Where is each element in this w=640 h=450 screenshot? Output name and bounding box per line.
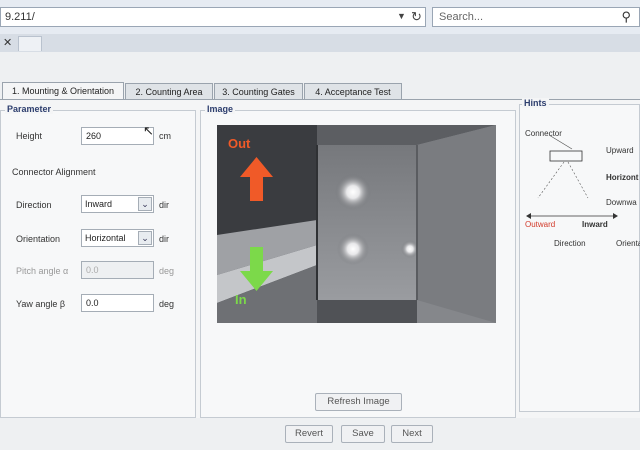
in-label: In bbox=[235, 292, 247, 307]
next-button[interactable]: Next bbox=[391, 425, 433, 443]
pitch-angle-label: Pitch angle α bbox=[16, 266, 69, 276]
chevron-down-icon[interactable]: ▼ bbox=[397, 11, 406, 21]
orientation-label: Orientation bbox=[16, 234, 61, 244]
tab-acceptance-test[interactable]: 4. Acceptance Test bbox=[304, 83, 402, 100]
tab-counting-area[interactable]: 2. Counting Area bbox=[125, 83, 213, 100]
tab-mounting-orientation[interactable]: 1. Mounting & Orientation bbox=[2, 82, 124, 100]
yaw-angle-input[interactable]: 0.0 bbox=[81, 294, 154, 312]
yaw-angle-label: Yaw angle β bbox=[16, 299, 66, 309]
address-text: 9.211/ bbox=[5, 11, 35, 23]
outward-hint-label: Outward bbox=[525, 220, 556, 229]
image-title: Image bbox=[205, 104, 236, 114]
yaw-angle-unit: deg bbox=[159, 299, 175, 309]
tab-counting-gates[interactable]: 3. Counting Gates bbox=[214, 83, 303, 100]
search-icon[interactable]: ⚲ bbox=[621, 9, 631, 25]
direction-label: Direction bbox=[16, 200, 52, 210]
orientation-hint-label: Orienta bbox=[616, 239, 640, 248]
mouse-cursor-icon: ↖ bbox=[143, 123, 154, 138]
hints-panel: Hints Connector Upward Horizont Downwa O… bbox=[519, 98, 640, 412]
chevron-down-icon[interactable]: ⌄ bbox=[138, 197, 152, 211]
inward-hint-label: Inward bbox=[582, 220, 608, 229]
orientation-value: Horizontal bbox=[85, 233, 126, 243]
close-icon[interactable]: ✕ bbox=[3, 36, 12, 49]
refresh-image-button[interactable]: Refresh Image bbox=[315, 393, 402, 411]
browser-toolbar: 9.211/ ▼ ↻ Search... ⚲ bbox=[0, 0, 640, 35]
pitch-angle-input[interactable]: 0.0 bbox=[81, 261, 154, 279]
orientation-select[interactable]: Horizontal ⌄ bbox=[81, 229, 154, 247]
revert-button[interactable]: Revert bbox=[285, 425, 333, 443]
reload-icon[interactable]: ↻ bbox=[411, 9, 422, 25]
direction-value: Inward bbox=[85, 199, 113, 209]
browser-tab[interactable] bbox=[18, 36, 42, 51]
direction-hint-label: Direction bbox=[554, 239, 586, 248]
orientation-unit: dir bbox=[159, 234, 170, 244]
connector-alignment-label: Connector Alignment bbox=[12, 167, 96, 177]
height-unit: cm bbox=[159, 131, 171, 141]
connector-diagram bbox=[526, 134, 618, 219]
connector-icon bbox=[549, 150, 583, 162]
pitch-angle-unit: deg bbox=[159, 266, 175, 276]
parameter-title: Parameter bbox=[5, 104, 54, 114]
save-button[interactable]: Save bbox=[341, 425, 385, 443]
camera-image: Out In bbox=[217, 125, 496, 323]
chevron-down-icon[interactable]: ⌄ bbox=[138, 231, 152, 245]
direction-select[interactable]: Inward ⌄ bbox=[81, 195, 154, 213]
out-label: Out bbox=[228, 136, 251, 151]
direction-unit: dir bbox=[159, 200, 170, 210]
height-label: Height bbox=[16, 131, 43, 141]
browser-tabstrip: ✕ bbox=[0, 34, 640, 53]
image-panel: Image Out In Refresh Image bbox=[200, 104, 516, 418]
search-box[interactable]: Search... ⚲ bbox=[432, 7, 640, 27]
address-bar[interactable]: 9.211/ ▼ ↻ bbox=[0, 7, 426, 27]
camera-scene bbox=[217, 125, 496, 323]
parameter-panel: Parameter Height 260 cm ↖ Connector Alig… bbox=[0, 104, 196, 418]
search-input[interactable]: Search... bbox=[439, 11, 483, 23]
